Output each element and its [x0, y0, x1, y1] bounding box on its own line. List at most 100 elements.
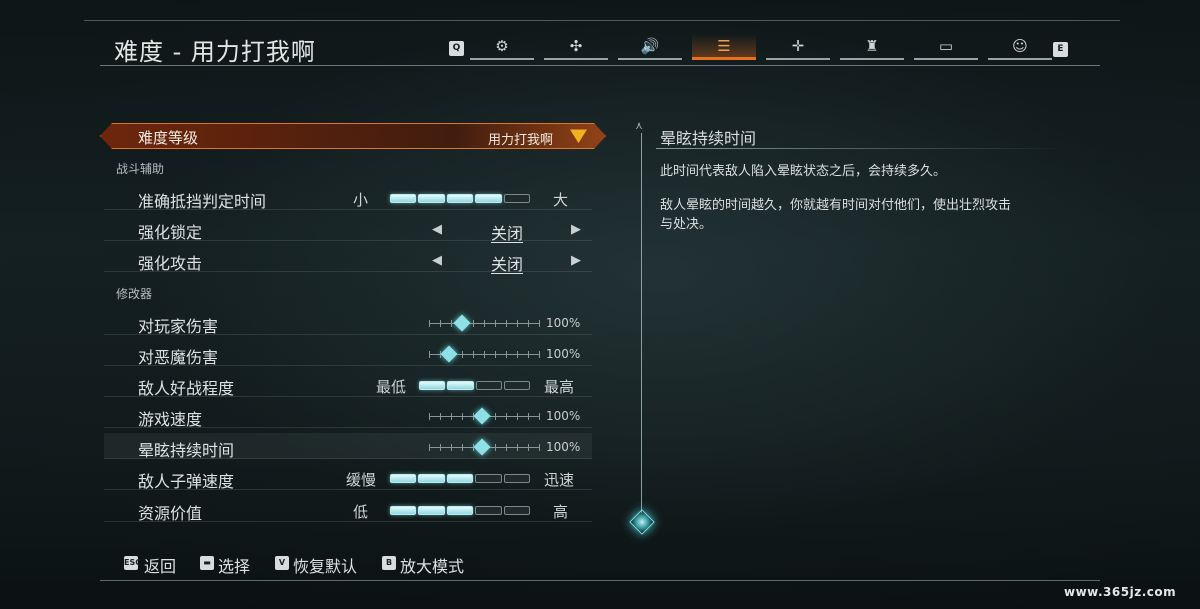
slider-tick [506, 320, 507, 327]
stun-slider[interactable] [429, 438, 540, 456]
accessibility-icon: ☺ [1012, 37, 1028, 55]
bottom-frame-line [100, 580, 1100, 581]
zoom-mode-button[interactable]: 放大模式 [400, 553, 464, 577]
select-button[interactable]: 选择 [218, 553, 250, 577]
resource-min: 低 [352, 503, 368, 521]
tab-gears[interactable]: ⚙ [470, 34, 534, 60]
bar-segment [503, 506, 531, 515]
attack-right-arrow-icon[interactable]: ▶ [571, 253, 581, 268]
page-title: 难度 - 用力打我啊 [114, 38, 316, 66]
monitor-icon: ▭ [938, 37, 954, 55]
lockon-left-arrow-icon[interactable]: ◀ [432, 222, 442, 237]
section-combat-assist: 战斗辅助 [116, 162, 165, 176]
info-title-underline [656, 148, 1066, 149]
resource-level-bar[interactable] [390, 506, 531, 515]
parry-level-bar[interactable] [390, 194, 531, 203]
divider-top-ornament-icon: ⋏ [635, 119, 644, 132]
slider-tick [495, 444, 496, 451]
reset-defaults-button[interactable]: 恢复默认 [293, 553, 357, 577]
back-button[interactable]: 返回 [144, 553, 176, 577]
aggression-label: 敌人好战程度 [138, 379, 235, 398]
vertical-divider [641, 133, 642, 513]
slider-knob-icon[interactable] [473, 438, 491, 456]
game-speed-slider[interactable] [429, 407, 540, 425]
bar-segment [503, 194, 531, 203]
tab-difficulty-list[interactable]: ☰ [692, 34, 756, 60]
lockon-value: 关闭 [491, 224, 524, 243]
crosshair-icon: ✛ [791, 37, 805, 55]
slider-tick [429, 413, 430, 420]
info-paragraph-1: 此时间代表敌人陷入晕眩状态之后，会持续多久。 [660, 164, 947, 179]
slider-tick [506, 444, 507, 451]
bar-segment [475, 381, 502, 390]
game-speed-value: 100% [546, 409, 581, 423]
aggression-min: 最低 [375, 378, 406, 396]
slider-tick [539, 413, 540, 420]
esc-key-icon[interactable]: ESC [124, 556, 141, 570]
v-key-icon[interactable]: V [275, 556, 289, 570]
player-damage-label: 对玩家伤害 [138, 317, 219, 336]
bar-segment [446, 474, 474, 483]
tab-controller[interactable]: ✣ [544, 34, 608, 60]
slider-tick [429, 444, 430, 451]
next-tab-key[interactable]: E [1053, 42, 1068, 57]
slider-tick [528, 444, 529, 451]
bar-segment [390, 506, 417, 515]
bullet-speed-label: 敌人子弹速度 [138, 472, 235, 491]
prev-tab-key[interactable]: Q [449, 41, 464, 56]
parry-max: 大 [553, 191, 569, 209]
slider-tick [484, 320, 485, 327]
info-paragraph-2: 敌人晕眩的时间越久，你就越有时间对付他们，使出壮烈攻击与处决。 [660, 198, 1012, 232]
player-damage-value: 100% [546, 316, 581, 330]
tab-speaker[interactable]: 🔊 [618, 34, 682, 60]
aggression-max: 最高 [544, 378, 575, 396]
slider-tick [462, 413, 463, 420]
attack-left-arrow-icon[interactable]: ◀ [432, 253, 442, 268]
tab-accessibility[interactable]: ☺ [988, 34, 1052, 60]
lockon-right-arrow-icon[interactable]: ▶ [571, 222, 581, 237]
slider-tick [539, 351, 540, 358]
b-key-icon[interactable]: B [382, 556, 396, 570]
resource-max: 高 [553, 503, 569, 521]
slider-tick [495, 351, 496, 358]
section-modifiers: 修改器 [116, 287, 153, 301]
difficulty-label: 难度等级 [138, 129, 199, 147]
select-key-icon[interactable]: ▬ [200, 556, 214, 570]
player-damage-slider[interactable] [429, 314, 540, 332]
bullet-speed-level-bar[interactable] [390, 474, 531, 483]
info-title: 晕眩持续时间 [660, 129, 757, 148]
slider-tick [506, 351, 507, 358]
slider-knob-icon[interactable] [473, 407, 491, 425]
slider-tick [440, 320, 441, 327]
tab-joystick[interactable]: ♜ [840, 34, 904, 60]
slider-tick [517, 351, 518, 358]
bar-segment [390, 194, 417, 203]
slider-knob-icon[interactable] [440, 345, 458, 363]
bar-segment [447, 381, 474, 390]
tab-monitor[interactable]: ▭ [914, 34, 978, 60]
bar-segment [475, 474, 502, 483]
slider-tick [451, 320, 452, 327]
parry-min: 小 [352, 191, 368, 209]
aggression-level-bar[interactable] [419, 381, 530, 390]
watermark: www.365jz.com [1064, 585, 1177, 599]
slider-tick [429, 320, 430, 327]
bar-segment [503, 381, 530, 390]
controller-icon: ✣ [569, 37, 583, 55]
bar-segment [475, 506, 502, 515]
tab-crosshair[interactable]: ✛ [766, 34, 830, 60]
slider-tick [517, 413, 518, 420]
bar-segment [503, 474, 531, 483]
joystick-icon: ♜ [865, 37, 879, 55]
slider-tick [528, 413, 529, 420]
resource-label: 资源价值 [138, 504, 203, 523]
slider-tick [462, 351, 463, 358]
demon-damage-slider[interactable] [429, 345, 540, 363]
top-frame-line [84, 20, 1120, 26]
bar-segment [419, 381, 446, 390]
slider-tick [440, 413, 441, 420]
attack-value: 关闭 [491, 255, 524, 274]
difficulty-value[interactable]: 用力打我啊 [488, 129, 553, 148]
slider-knob-icon[interactable] [453, 314, 471, 332]
slider-tick [451, 444, 452, 451]
